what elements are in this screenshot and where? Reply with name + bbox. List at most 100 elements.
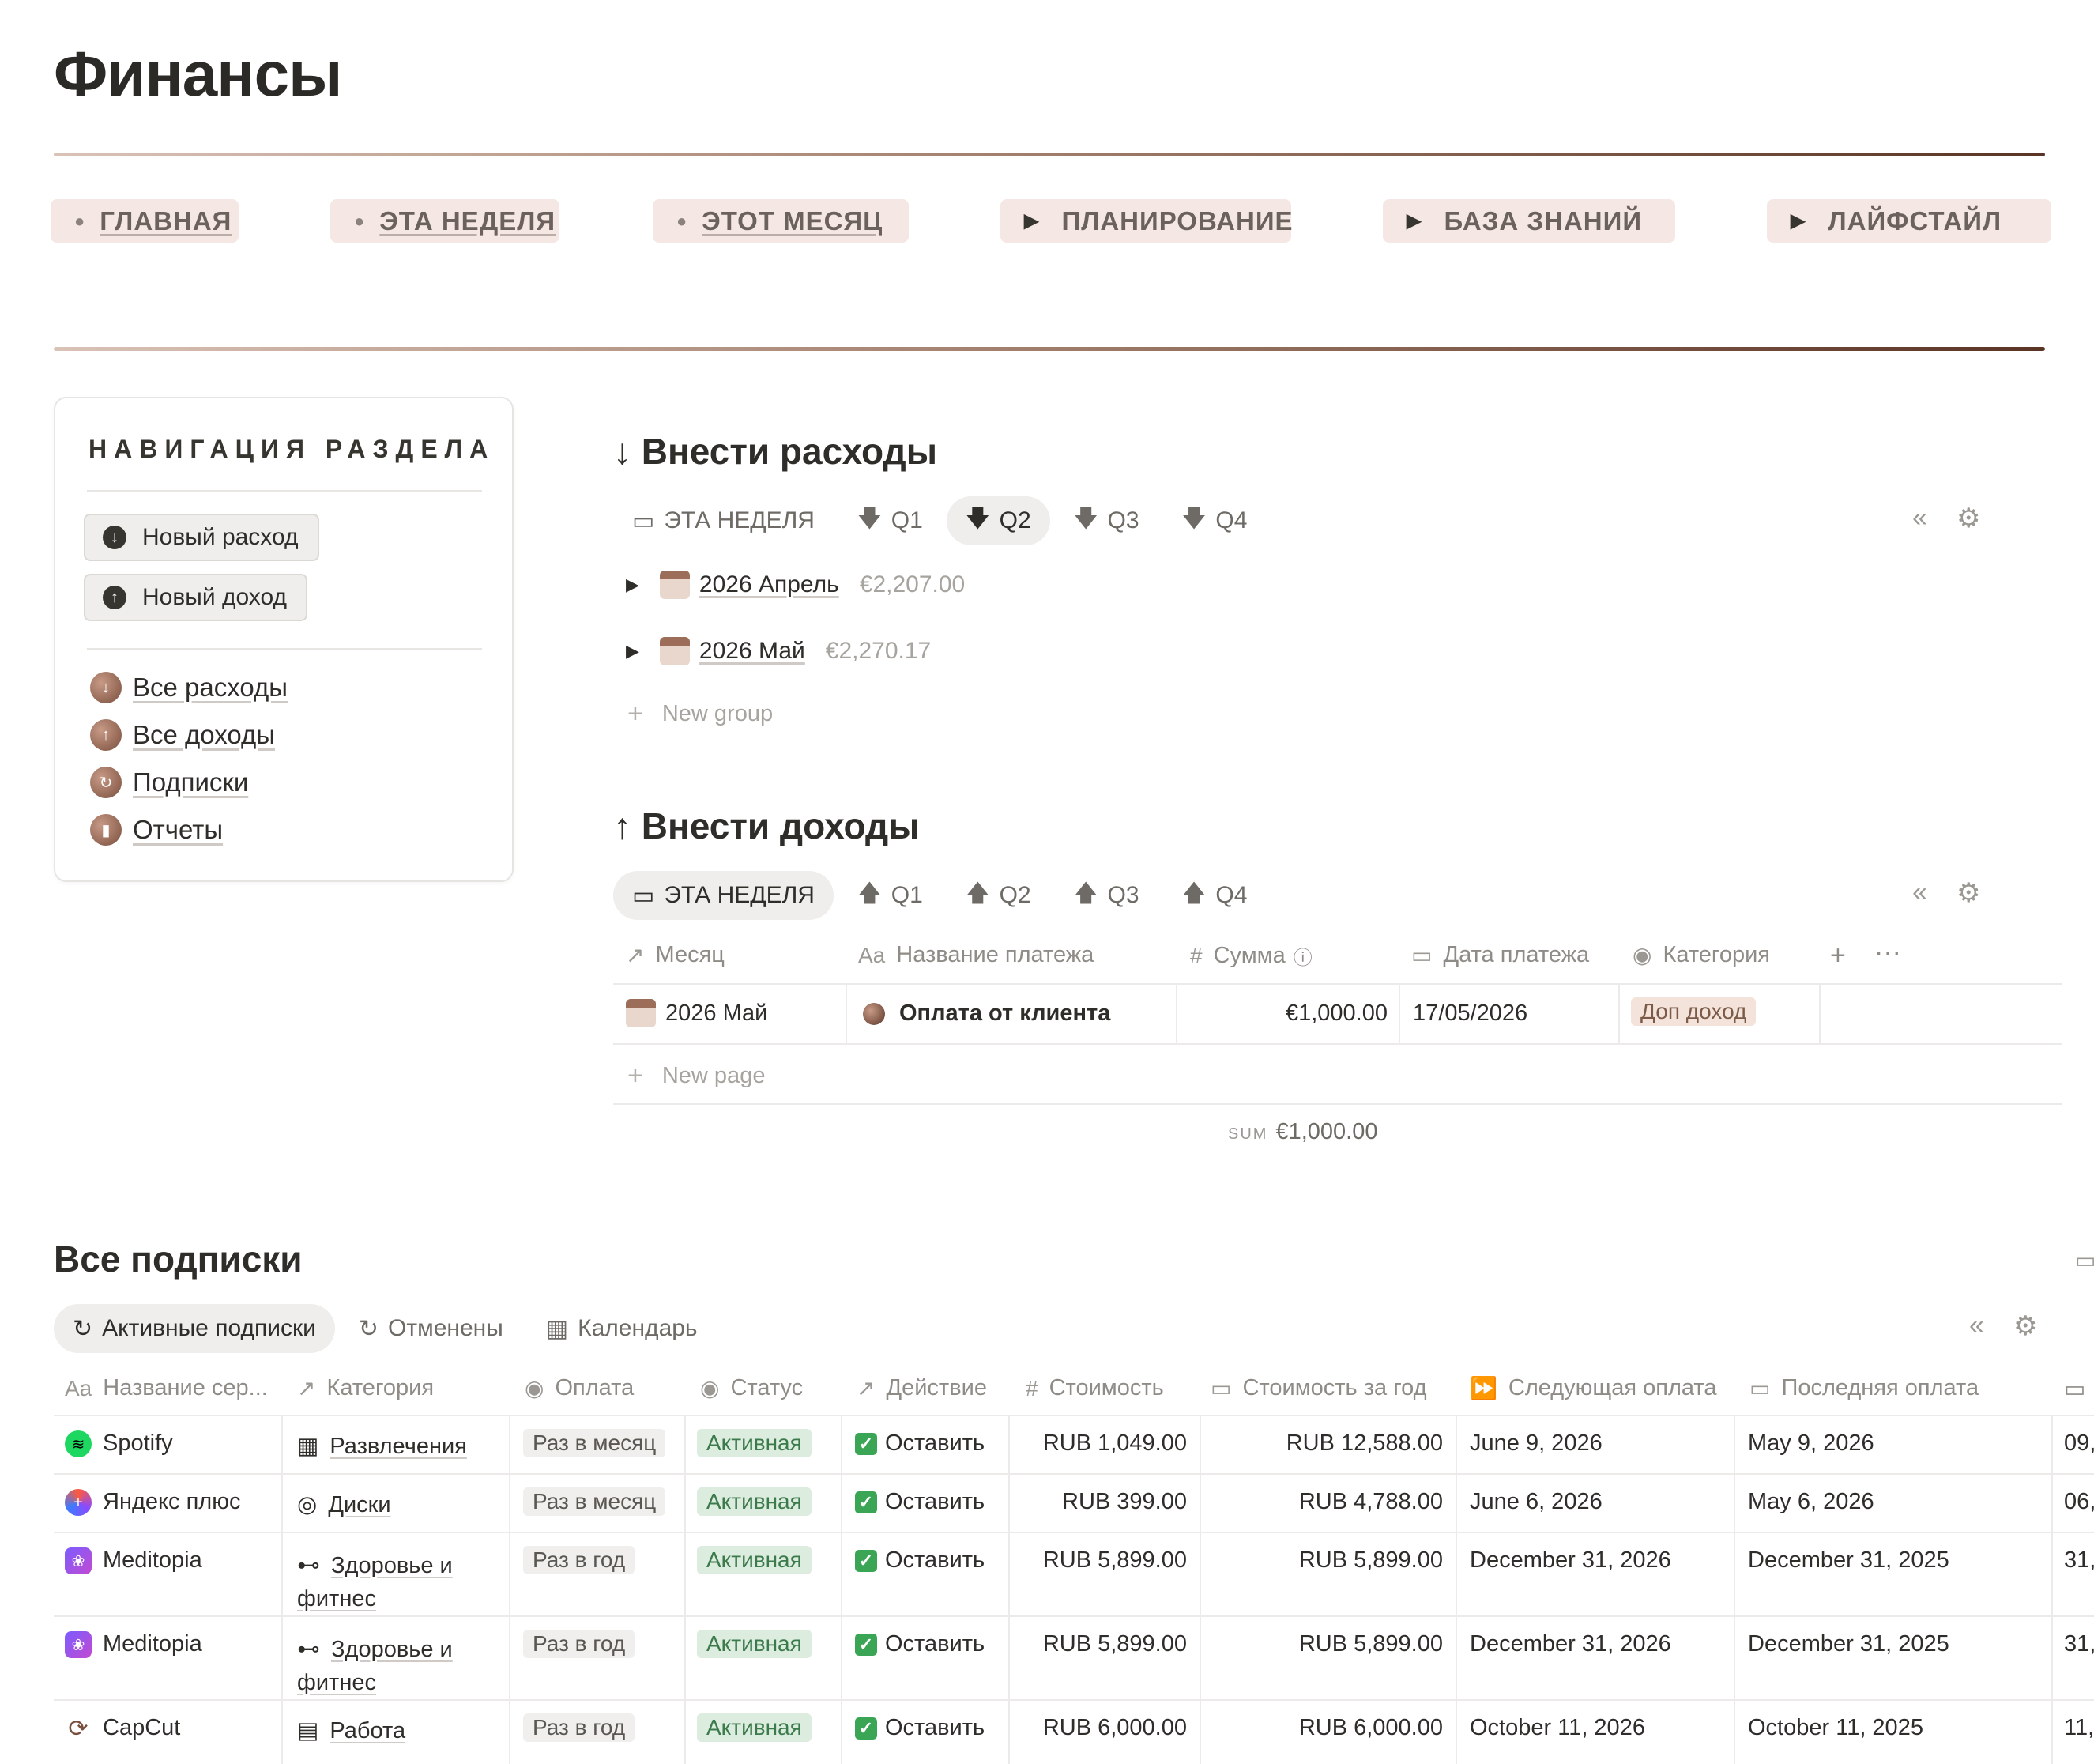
col-category[interactable]: ↗ Категория xyxy=(297,1375,434,1401)
row-action[interactable]: ✓ Оставить xyxy=(855,1489,985,1515)
comment-icon[interactable]: ▭ xyxy=(2075,1247,2094,1273)
tab-q2[interactable]: 🡇 Q2 xyxy=(946,496,1050,545)
row-last-payment[interactable]: May 6, 2026 xyxy=(1748,1489,1874,1515)
row-last-payment[interactable]: December 31, 2025 xyxy=(1748,1631,1949,1657)
toggle-triangle-icon[interactable]: ▶ xyxy=(626,641,639,662)
row-action[interactable]: ✓ Оставить xyxy=(855,1430,985,1457)
row-next-payment[interactable]: October 11, 2026 xyxy=(1470,1715,1645,1741)
nav-this-month[interactable]: ● ЭТОТ МЕСЯЦ xyxy=(653,199,909,243)
nav-home[interactable]: ● ГЛАВНАЯ xyxy=(51,199,239,243)
row-status[interactable]: Активная xyxy=(697,1630,812,1658)
collapse-icon[interactable]: « xyxy=(1912,877,1927,908)
col-payment-date[interactable]: ▭ Дата платежа xyxy=(1411,942,1589,968)
row-status[interactable]: Активная xyxy=(697,1487,812,1516)
income-row-category[interactable]: Доп доход xyxy=(1631,997,1757,1026)
expense-group-april[interactable]: ▶ 2026 Апрель €2,207.00 xyxy=(626,571,965,599)
row-last-payment[interactable]: October 11, 2025 xyxy=(1748,1715,1923,1741)
row-last-payment[interactable]: May 9, 2026 xyxy=(1748,1430,1874,1457)
col-action[interactable]: ↗ Действие xyxy=(857,1375,987,1401)
nav-this-week[interactable]: ● ЭТА НЕДЕЛЯ xyxy=(330,199,559,243)
row-service-name[interactable]: ❀ Meditopia xyxy=(65,1631,202,1659)
row-next-payment[interactable]: December 31, 2026 xyxy=(1470,1631,1671,1657)
col-next-payment[interactable]: ⏩ Следующая оплата xyxy=(1470,1375,1716,1401)
row-yearly-cost[interactable]: RUB 5,899.00 xyxy=(1200,1631,1443,1657)
col-billing[interactable]: ◉ Оплата xyxy=(525,1375,634,1401)
settings-sliders-icon[interactable]: ⚙ xyxy=(2013,1310,2037,1342)
row-cost[interactable]: RUB 6,000.00 xyxy=(1008,1715,1187,1741)
new-group-button[interactable]: + New group xyxy=(627,699,773,729)
row-billing[interactable]: Раз в месяц xyxy=(523,1487,666,1516)
row-category[interactable]: ⊷ Здоровье и фитнес xyxy=(297,1549,453,1615)
col-service-name[interactable]: Aa Название сер... xyxy=(65,1375,268,1401)
tab-q3[interactable]: 🡇 Q3 xyxy=(1055,496,1158,545)
income-row-date[interactable]: 17/05/2026 xyxy=(1413,1001,1527,1027)
expense-group-may[interactable]: ▶ 2026 Май €2,270.17 xyxy=(626,637,931,665)
row-cost[interactable]: RUB 399.00 xyxy=(1008,1489,1187,1515)
row-service-name[interactable]: + Яндекс плюс xyxy=(65,1489,240,1517)
new-income-button[interactable]: ↑ Новый доход xyxy=(84,574,307,621)
col-month[interactable]: ↗ Месяц xyxy=(626,942,725,968)
income-row-name[interactable]: Оплата от клиента xyxy=(863,1001,1110,1027)
row-cost[interactable]: RUB 5,899.00 xyxy=(1008,1631,1187,1657)
col-last-payment[interactable]: ▭ Последняя оплата xyxy=(1749,1375,1979,1401)
row-extra-date[interactable]: 09, xyxy=(2064,1430,2094,1457)
col-payment-name[interactable]: Aa Название платежа xyxy=(858,942,1094,968)
col-yearly-cost[interactable]: ▭ Стоимость за год xyxy=(1211,1375,1427,1401)
row-action[interactable]: ✓ Оставить xyxy=(855,1547,985,1574)
row-action[interactable]: ✓ Оставить xyxy=(855,1715,985,1741)
row-extra-date[interactable]: 31, xyxy=(2064,1547,2094,1574)
link-reports[interactable]: ▮ Отчеты xyxy=(90,814,223,846)
collapse-icon[interactable]: « xyxy=(1912,503,1927,533)
row-cost[interactable]: RUB 5,899.00 xyxy=(1008,1547,1187,1574)
row-last-payment[interactable]: December 31, 2025 xyxy=(1748,1547,1949,1574)
income-row-month[interactable]: 2026 Май xyxy=(626,999,767,1027)
nav-knowledge-base[interactable]: ▶ БАЗА ЗНАНИЙ xyxy=(1383,199,1675,243)
add-column-icon[interactable]: + xyxy=(1830,940,1846,971)
row-billing[interactable]: Раз в год xyxy=(523,1713,635,1742)
row-cost[interactable]: RUB 1,049.00 xyxy=(1008,1430,1187,1457)
row-category[interactable]: ◎ Диски xyxy=(297,1491,391,1518)
row-next-payment[interactable]: December 31, 2026 xyxy=(1470,1547,1671,1574)
col-category[interactable]: ◉ Категория xyxy=(1633,942,1770,968)
nav-planning[interactable]: ▶ ПЛАНИРОВАНИЕ xyxy=(1000,199,1293,243)
nav-lifestyle[interactable]: ▶ ЛАЙФСТАЙЛ xyxy=(1767,199,2051,243)
row-yearly-cost[interactable]: RUB 12,588.00 xyxy=(1200,1430,1443,1457)
tab-this-week[interactable]: ▭ ЭТА НЕДЕЛЯ xyxy=(613,496,834,545)
row-category[interactable]: ⊷ Здоровье и фитнес xyxy=(297,1633,453,1699)
row-yearly-cost[interactable]: RUB 6,000.00 xyxy=(1200,1715,1443,1741)
row-status[interactable]: Активная xyxy=(697,1713,812,1742)
row-service-name[interactable]: ⟳ CapCut xyxy=(65,1715,180,1743)
col-amount[interactable]: # Сумма ⓘ xyxy=(1190,942,1313,970)
row-extra-date[interactable]: 06, xyxy=(2064,1489,2094,1515)
row-status[interactable]: Активная xyxy=(697,1546,812,1574)
tab-q2[interactable]: 🡅 Q2 xyxy=(947,871,1050,920)
new-page-button[interactable]: + New page xyxy=(627,1061,765,1091)
row-billing[interactable]: Раз в месяц xyxy=(523,1429,666,1457)
row-status[interactable]: Активная xyxy=(697,1429,812,1457)
row-extra-date[interactable]: 11, xyxy=(2064,1715,2094,1741)
link-all-income[interactable]: ↑ Все доходы xyxy=(90,719,275,751)
row-next-payment[interactable]: June 9, 2026 xyxy=(1470,1430,1603,1457)
row-yearly-cost[interactable]: RUB 5,899.00 xyxy=(1200,1547,1443,1574)
more-options-icon[interactable]: ··· xyxy=(1874,937,1901,968)
row-category[interactable]: ▤ Работа xyxy=(297,1717,405,1744)
tab-cancelled[interactable]: ↻ Отменены xyxy=(340,1304,522,1353)
tab-calendar[interactable]: ▦ Календарь xyxy=(527,1304,717,1353)
settings-sliders-icon[interactable]: ⚙ xyxy=(1957,877,1980,909)
row-billing[interactable]: Раз в год xyxy=(523,1630,635,1658)
tab-q1[interactable]: 🡇 Q1 xyxy=(838,496,942,545)
row-billing[interactable]: Раз в год xyxy=(523,1546,635,1574)
settings-sliders-icon[interactable]: ⚙ xyxy=(1957,503,1980,534)
link-all-expenses[interactable]: ↓ Все расходы xyxy=(90,672,288,703)
row-service-name[interactable]: ≋ Spotify xyxy=(65,1430,173,1458)
tab-q3[interactable]: 🡅 Q3 xyxy=(1055,871,1158,920)
tab-active-subscriptions[interactable]: ↻ Активные подписки xyxy=(54,1304,335,1353)
row-yearly-cost[interactable]: RUB 4,788.00 xyxy=(1200,1489,1443,1515)
sum-footer[interactable]: SUM €1,000.00 xyxy=(1228,1119,1377,1145)
row-action[interactable]: ✓ Оставить xyxy=(855,1631,985,1657)
tab-this-week[interactable]: ▭ ЭТА НЕДЕЛЯ xyxy=(613,871,834,920)
row-category[interactable]: ▦ Развлечения xyxy=(297,1432,467,1460)
tab-q1[interactable]: 🡅 Q1 xyxy=(838,871,942,920)
col-cost[interactable]: # Стоимость xyxy=(1026,1375,1164,1401)
tab-q4[interactable]: 🡅 Q4 xyxy=(1163,871,1267,920)
